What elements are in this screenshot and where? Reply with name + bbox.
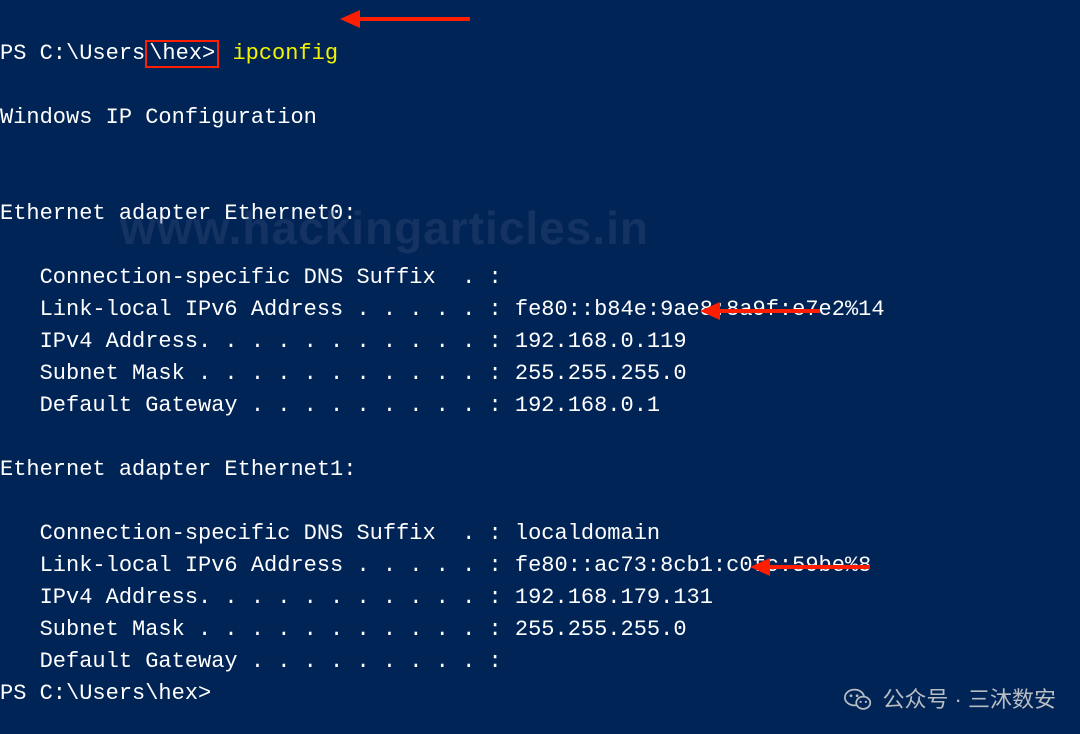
footer-text: 公众号 · 三沐数安 <box>882 684 1056 716</box>
adapter1-ipv6-value: fe80::ac73:8cb1:c0fc:59be%8 <box>515 553 871 578</box>
adapter1-ipv4-value: 192.168.179.131 <box>515 585 713 610</box>
terminal-output[interactable]: PS C:\Users\hex> ipconfig Windows IP Con… <box>0 6 1080 710</box>
adapter0-ipv6-value: fe80::b84e:9ae8:8a9f:e7e2%14 <box>515 297 885 322</box>
adapter1-ipv6-label: Link-local IPv6 Address . . . . . : <box>0 553 515 578</box>
adapter0-ipv4-value: 192.168.0.119 <box>515 329 687 354</box>
adapter0-mask-label: Subnet Mask . . . . . . . . . . . : <box>0 361 515 386</box>
adapter1-title: Ethernet adapter Ethernet1: <box>0 457 356 482</box>
adapter1-dns-value: localdomain <box>515 521 660 546</box>
adapter1-dns-label: Connection-specific DNS Suffix . : <box>0 521 515 546</box>
adapter1-mask-value: 255.255.255.0 <box>515 617 687 642</box>
footer-watermark: 公众号 · 三沐数安 <box>844 684 1056 716</box>
adapter0-gw-label: Default Gateway . . . . . . . . . : <box>0 393 515 418</box>
adapter1-ipv4-label: IPv4 Address. . . . . . . . . . . : <box>0 585 515 610</box>
command-ipconfig: ipconfig <box>232 41 338 66</box>
adapter0-mask-value: 255.255.255.0 <box>515 361 687 386</box>
prompt-prefix: PS C:\Users <box>0 41 145 66</box>
adapter0-ipv6-label: Link-local IPv6 Address . . . . . : <box>0 297 515 322</box>
adapter0-ipv4-label: IPv4 Address. . . . . . . . . . . : <box>0 329 515 354</box>
wechat-icon <box>844 687 872 713</box>
adapter0-dns-label: Connection-specific DNS Suffix . : <box>0 265 502 290</box>
adapter1-gw-label: Default Gateway . . . . . . . . . : <box>0 649 502 674</box>
adapter1-mask-label: Subnet Mask . . . . . . . . . . . : <box>0 617 515 642</box>
prompt-2: PS C:\Users\hex> <box>0 681 211 706</box>
header-line: Windows IP Configuration <box>0 105 317 130</box>
prompt-boxed-user: \hex> <box>145 40 219 68</box>
adapter0-gw-value: 192.168.0.1 <box>515 393 660 418</box>
adapter0-title: Ethernet adapter Ethernet0: <box>0 201 356 226</box>
